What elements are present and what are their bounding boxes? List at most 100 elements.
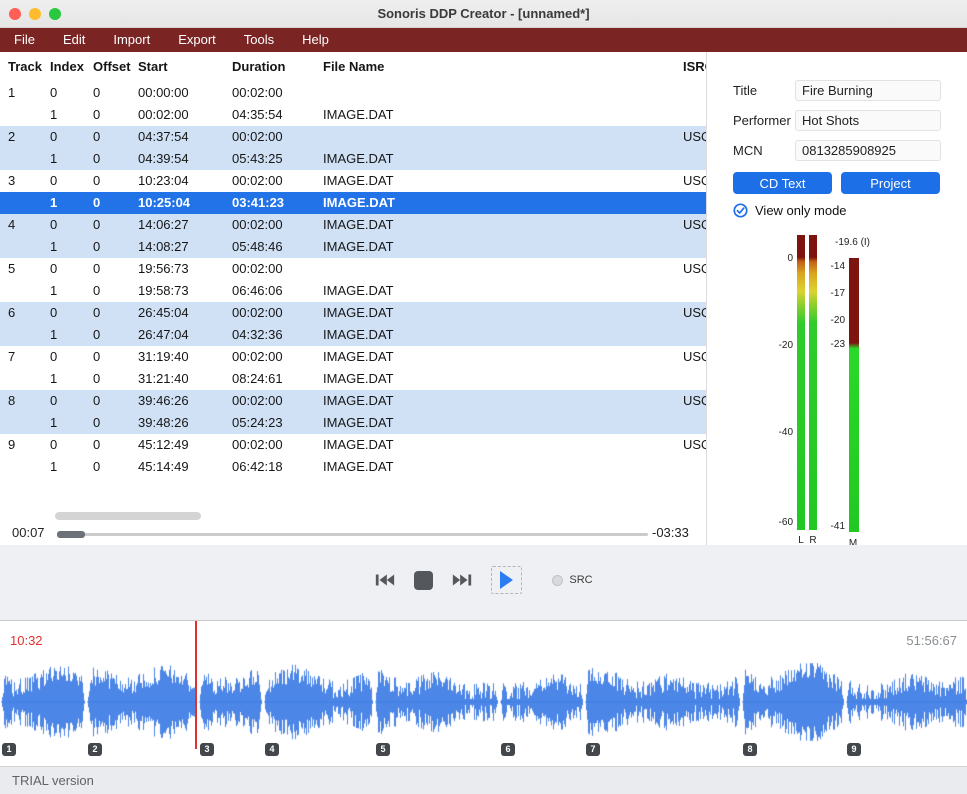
window-controls — [9, 8, 61, 20]
playhead-cursor[interactable] — [195, 621, 197, 749]
cell-index: 0 — [50, 126, 57, 148]
cell-index: 1 — [50, 368, 57, 390]
play-button[interactable] — [491, 566, 522, 594]
minimize-window-button[interactable] — [29, 8, 41, 20]
cell-file: IMAGE.DAT — [323, 104, 394, 126]
table-row[interactable]: 50019:56:7300:02:00USQ — [0, 258, 707, 280]
column-header-start[interactable]: Start — [138, 52, 168, 82]
cell-start: 45:14:49 — [138, 456, 189, 478]
cell-offset: 0 — [93, 346, 100, 368]
cell-start: 19:56:73 — [138, 258, 189, 280]
cell-duration: 00:02:00 — [232, 302, 283, 324]
menu-edit[interactable]: Edit — [49, 28, 99, 52]
cell-offset: 0 — [93, 192, 100, 214]
track-badge-5[interactable]: 5 — [376, 743, 390, 756]
cell-offset: 0 — [93, 280, 100, 302]
cell-offset: 0 — [93, 126, 100, 148]
table-row[interactable]: 10000:00:0000:02:00 — [0, 82, 707, 104]
playback-slider[interactable] — [57, 533, 648, 536]
cell-start: 14:08:27 — [138, 236, 189, 258]
track-badge-6[interactable]: 6 — [501, 743, 515, 756]
lr-scale-label: 0 — [747, 253, 793, 264]
cell-index: 0 — [50, 214, 57, 236]
cell-offset: 0 — [93, 390, 100, 412]
cell-track: 3 — [8, 170, 15, 192]
menu-tools[interactable]: Tools — [230, 28, 288, 52]
track-badge-3[interactable]: 3 — [200, 743, 214, 756]
cell-start: 39:48:26 — [138, 412, 189, 434]
cell-index: 0 — [50, 82, 57, 104]
trial-version-label: TRIAL version — [12, 773, 94, 788]
previous-track-button[interactable] — [374, 572, 396, 588]
table-row[interactable]: 1014:08:2705:48:46IMAGE.DAT — [0, 236, 707, 258]
table-row[interactable]: 1031:21:4008:24:61IMAGE.DAT — [0, 368, 707, 390]
cell-file: IMAGE.DAT — [323, 412, 394, 434]
horizontal-scrollbar-thumb[interactable] — [55, 512, 201, 520]
menu-file[interactable]: File — [0, 28, 49, 52]
table-row[interactable]: 60026:45:0400:02:00IMAGE.DATUSQ — [0, 302, 707, 324]
table-row[interactable]: 1019:58:7306:46:06IMAGE.DAT — [0, 280, 707, 302]
cell-isrc: USQ — [683, 126, 707, 148]
table-row[interactable]: 30010:23:0400:02:00IMAGE.DATUSQ — [0, 170, 707, 192]
track-badge-7[interactable]: 7 — [586, 743, 600, 756]
lr-scale-label: -60 — [747, 517, 793, 528]
cell-file: IMAGE.DAT — [323, 280, 394, 302]
table-row[interactable]: 1004:39:5405:43:25IMAGE.DAT — [0, 148, 707, 170]
transport-bar: SRC — [0, 566, 967, 594]
src-group: SRC — [552, 574, 592, 586]
playback-slider-thumb[interactable] — [57, 531, 85, 538]
table-row[interactable]: 1000:02:0004:35:54IMAGE.DAT — [0, 104, 707, 126]
cell-track: 8 — [8, 390, 15, 412]
table-body: 10000:00:0000:02:001000:02:0004:35:54IMA… — [0, 82, 707, 478]
track-badge-2[interactable]: 2 — [88, 743, 102, 756]
zoom-window-button[interactable] — [49, 8, 61, 20]
table-row[interactable]: 40014:06:2700:02:00IMAGE.DATUSQ — [0, 214, 707, 236]
menu-help[interactable]: Help — [288, 28, 343, 52]
cell-track: 5 — [8, 258, 15, 280]
cell-isrc: USQ — [683, 346, 707, 368]
cell-index: 1 — [50, 236, 57, 258]
column-header-offset[interactable]: Offset — [93, 52, 131, 82]
cell-index: 1 — [50, 412, 57, 434]
table-row[interactable]: 90045:12:4900:02:00IMAGE.DATUSQ — [0, 434, 707, 456]
table-row[interactable]: 70031:19:4000:02:00IMAGE.DATUSQ — [0, 346, 707, 368]
track-badge-1[interactable]: 1 — [2, 743, 16, 756]
menu-import[interactable]: Import — [99, 28, 164, 52]
cell-offset: 0 — [93, 368, 100, 390]
column-header-duration[interactable]: Duration — [232, 52, 285, 82]
next-track-button[interactable] — [451, 572, 473, 588]
table-row[interactable]: 1039:48:2605:24:23IMAGE.DAT — [0, 412, 707, 434]
cell-file: IMAGE.DAT — [323, 148, 394, 170]
track-badge-4[interactable]: 4 — [265, 743, 279, 756]
table-row[interactable]: 1026:47:0404:32:36IMAGE.DAT — [0, 324, 707, 346]
statusbar: TRIAL version — [0, 766, 967, 794]
column-header-index[interactable]: Index — [50, 52, 84, 82]
track-badge-8[interactable]: 8 — [743, 743, 757, 756]
cell-index: 0 — [50, 302, 57, 324]
stop-button[interactable] — [414, 571, 433, 590]
cell-file: IMAGE.DAT — [323, 390, 394, 412]
right-panel: TitlePerformerMCN CD TextProject View on… — [707, 52, 967, 545]
track-badge-9[interactable]: 9 — [847, 743, 861, 756]
waveform-canvas[interactable] — [0, 656, 967, 748]
cell-start: 04:39:54 — [138, 148, 189, 170]
cell-duration: 05:43:25 — [232, 148, 283, 170]
table-row[interactable]: 80039:46:2600:02:00IMAGE.DATUSQ — [0, 390, 707, 412]
cell-duration: 00:02:00 — [232, 82, 283, 104]
level-meter-right — [809, 235, 817, 530]
table-row[interactable]: 1045:14:4906:42:18IMAGE.DAT — [0, 456, 707, 478]
cell-duration: 06:42:18 — [232, 456, 283, 478]
table-row[interactable]: 20004:37:5400:02:00USQ — [0, 126, 707, 148]
column-header-file-name[interactable]: File Name — [323, 52, 384, 82]
track-list-area: Track Index OffsetStart Duration File Name IS… — [0, 52, 707, 545]
cell-track: 1 — [8, 82, 15, 104]
table-row[interactable]: 1010:25:0403:41:23IMAGE.DAT — [0, 192, 707, 214]
column-header-track[interactable]: Track — [8, 52, 42, 82]
cell-start: 26:47:04 — [138, 324, 189, 346]
close-window-button[interactable] — [9, 8, 21, 20]
menu-export[interactable]: Export — [164, 28, 230, 52]
total-length-label: 51:56:67 — [906, 633, 957, 648]
cell-duration: 04:32:36 — [232, 324, 283, 346]
level-meter-left — [797, 235, 805, 530]
column-header-isrc[interactable]: ISRC — [683, 52, 707, 82]
